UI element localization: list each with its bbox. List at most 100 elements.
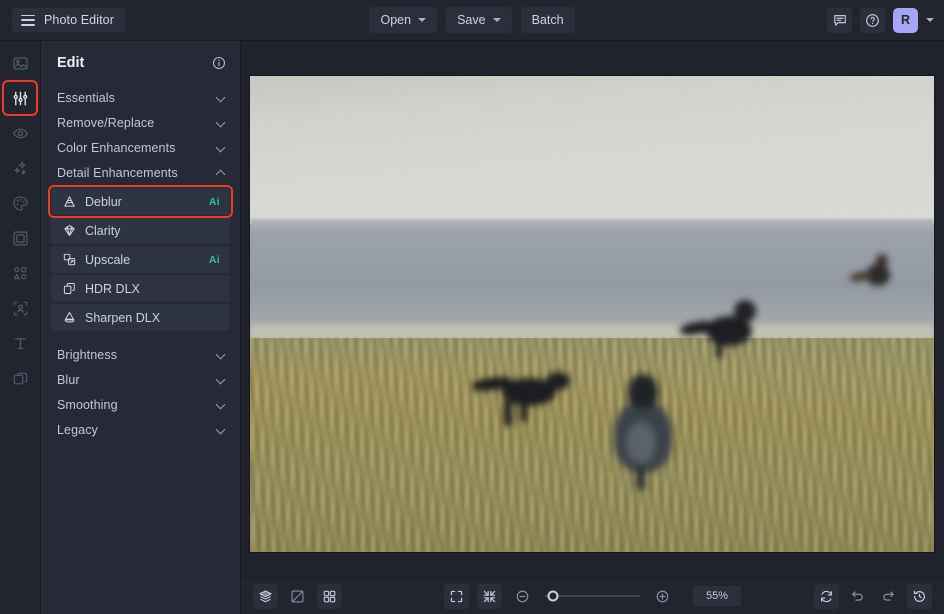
submenu-label: Clarity (85, 224, 211, 238)
submenu-label: Deblur (85, 195, 200, 209)
chevron-down-icon (217, 425, 226, 434)
chevron-down-icon (217, 375, 226, 384)
sharpen-cone-icon (62, 311, 76, 325)
top-center-actions: Open Save Batch (0, 7, 944, 33)
ai-badge: Ai (209, 196, 220, 208)
accordion-smoothing[interactable]: Smoothing (41, 392, 240, 417)
accordion-label: Blur (57, 373, 80, 387)
submenu-item-sharpen-dlx[interactable]: Sharpen DLX (51, 304, 230, 331)
deblur-cone-icon (62, 195, 76, 209)
chevron-down-icon (493, 18, 501, 22)
photo-canvas[interactable] (250, 76, 934, 552)
info-circle-icon[interactable] (212, 56, 226, 70)
chevron-down-icon (217, 400, 226, 409)
submenu-item-upscale[interactable]: Upscale Ai (51, 246, 230, 273)
chevron-down-icon (217, 93, 226, 102)
chevron-down-icon (217, 350, 226, 359)
edit-panel-header: Edit (41, 41, 240, 85)
undo-icon[interactable] (845, 584, 870, 609)
rail-item-frame[interactable] (6, 224, 34, 252)
zoom-level-value[interactable]: 55% (693, 586, 741, 606)
chevron-down-icon (217, 118, 226, 127)
accordion-label: Essentials (57, 91, 115, 105)
reset-icon[interactable] (814, 584, 839, 609)
canvas-stage[interactable] (241, 41, 944, 577)
photo-sky-region (250, 76, 934, 224)
batch-button[interactable]: Batch (521, 7, 575, 33)
layers-stack-icon[interactable] (253, 584, 278, 609)
fit-to-screen-icon[interactable] (444, 584, 469, 609)
accordion-label: Detail Enhancements (57, 166, 178, 180)
submenu-label: Sharpen DLX (85, 311, 211, 325)
bird-center-upper (680, 298, 770, 360)
bird-center-front (596, 372, 692, 490)
submenu-item-hdr-dlx[interactable]: HDR DLX (51, 275, 230, 302)
accordion-legacy[interactable]: Legacy (41, 417, 240, 442)
rail-item-layers[interactable] (6, 364, 34, 392)
edit-panel: Edit Essentials Remove/Replace (41, 41, 241, 614)
compare-split-icon[interactable] (285, 584, 310, 609)
submenu-label: HDR DLX (85, 282, 211, 296)
chevron-down-icon (418, 18, 426, 22)
accordion-label: Smoothing (57, 398, 118, 412)
accordion-label: Color Enhancements (57, 141, 176, 155)
rail-item-palette[interactable] (6, 189, 34, 217)
canvas-area: 55% (241, 41, 944, 614)
history-icon[interactable] (907, 584, 932, 609)
redo-icon[interactable] (876, 584, 901, 609)
edit-panel-groups: Essentials Remove/Replace Color Enhancem… (41, 85, 240, 452)
zoom-out-icon[interactable] (510, 584, 535, 609)
rail-item-text[interactable] (6, 329, 34, 357)
bird-left (472, 364, 584, 436)
accordion-color-enhancements[interactable]: Color Enhancements (41, 135, 240, 160)
grid-view-icon[interactable] (317, 584, 342, 609)
actual-size-icon[interactable] (477, 584, 502, 609)
top-toolbar: Photo Editor Open Save Batch (0, 0, 944, 41)
chevron-down-icon[interactable] (926, 18, 934, 22)
detail-enhancements-submenu: Deblur Ai Clarity (41, 185, 240, 334)
accordion-remove-replace[interactable]: Remove/Replace (41, 110, 240, 135)
save-button[interactable]: Save (446, 7, 512, 33)
app-menu-button[interactable]: Photo Editor (12, 8, 125, 32)
submenu-item-clarity[interactable]: Clarity (51, 217, 230, 244)
hamburger-icon (21, 15, 35, 26)
top-right-actions: R (827, 8, 934, 33)
ai-badge: Ai (209, 254, 220, 266)
rail-item-portrait[interactable] (6, 294, 34, 322)
panel-title: Edit (57, 55, 84, 71)
bottom-left-tools (253, 584, 342, 609)
accordion-blur[interactable]: Blur (41, 367, 240, 392)
hdr-layers-icon (62, 282, 76, 296)
avatar[interactable]: R (893, 8, 918, 33)
bottom-toolbar: 55% (241, 577, 944, 614)
photo-grass-region (250, 338, 934, 552)
comment-icon[interactable] (827, 8, 852, 33)
chevron-down-icon (217, 143, 226, 152)
open-button[interactable]: Open (369, 7, 437, 33)
accordion-label: Brightness (57, 348, 117, 362)
app-title: Photo Editor (44, 13, 114, 27)
zoom-slider-handle[interactable] (548, 591, 559, 602)
open-label: Open (380, 13, 411, 27)
help-circle-icon[interactable] (860, 8, 885, 33)
rail-item-adjustments[interactable] (6, 84, 34, 112)
zoom-in-icon[interactable] (650, 584, 675, 609)
submenu-label: Upscale (85, 253, 200, 267)
tool-rail (0, 41, 41, 614)
accordion-essentials[interactable]: Essentials (41, 85, 240, 110)
submenu-item-deblur[interactable]: Deblur Ai (51, 188, 230, 215)
main-body: Edit Essentials Remove/Replace (0, 41, 944, 614)
rail-item-eye[interactable] (6, 119, 34, 147)
photo-road-region (250, 219, 934, 333)
accordion-detail-enhancements[interactable]: Detail Enhancements (41, 160, 240, 185)
bird-top-right (850, 254, 902, 294)
save-label: Save (457, 13, 486, 27)
batch-label: Batch (532, 13, 564, 27)
rail-item-sparkles[interactable] (6, 154, 34, 182)
accordion-brightness[interactable]: Brightness (41, 342, 240, 367)
zoom-slider[interactable] (545, 595, 640, 597)
rail-item-image[interactable] (6, 49, 34, 77)
rail-item-shapes[interactable] (6, 259, 34, 287)
accordion-label: Legacy (57, 423, 98, 437)
accordion-label: Remove/Replace (57, 116, 154, 130)
